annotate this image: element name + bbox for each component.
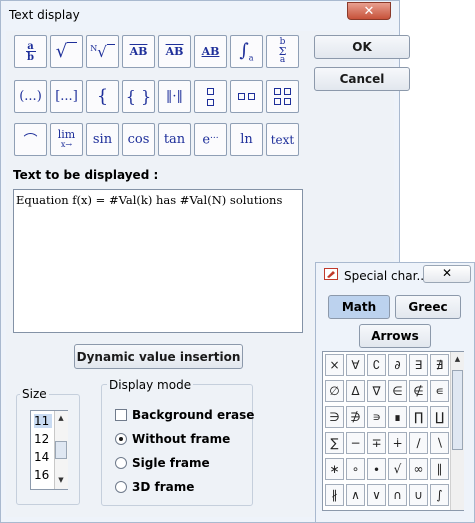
title-bar: Text display ✕	[1, 1, 399, 31]
symbol-cell[interactable]: ∍	[367, 406, 386, 428]
symbol-cell[interactable]: ∇	[367, 380, 386, 402]
symbol-grid-scrollbar[interactable]: ▲	[450, 352, 464, 510]
limit-button[interactable]: lim x→	[50, 123, 83, 156]
symbol-cell[interactable]: ∦	[325, 484, 344, 506]
display-mode-label: Display mode	[107, 378, 194, 392]
symbol-cell[interactable]: √	[388, 458, 407, 480]
symbol-cell[interactable]: −	[346, 432, 365, 454]
symbol-cell[interactable]: ∎	[388, 406, 407, 428]
matrix-button[interactable]	[266, 80, 299, 113]
symbol-cell[interactable]: Δ	[346, 380, 365, 402]
scrollbar-thumb[interactable]	[452, 370, 463, 450]
square-root-button[interactable]: √	[50, 35, 83, 68]
symbol-cell[interactable]: ∅	[325, 380, 344, 402]
arc-button[interactable]: ⌒	[14, 123, 47, 156]
symbol-cell[interactable]: ∑	[325, 432, 344, 454]
cancel-button[interactable]: Cancel	[314, 67, 410, 91]
size-option[interactable]: 16	[34, 468, 52, 482]
symbol-cell[interactable]: ∈	[388, 380, 407, 402]
single-frame-radio[interactable]	[115, 457, 127, 469]
symbol-cell[interactable]: ∙	[367, 458, 386, 480]
ln-button[interactable]: ln	[230, 123, 263, 156]
symbol-cell[interactable]: ∄	[430, 354, 449, 376]
text-input-area[interactable]: Equation f(x) = #Val(k) has #Val(N) solu…	[13, 189, 303, 333]
symbol-cell[interactable]: ∥	[430, 458, 449, 480]
symbol-cell[interactable]: ∏	[409, 406, 428, 428]
3d-frame-label: 3D frame	[132, 480, 195, 494]
symbol-cell[interactable]: ∁	[367, 354, 386, 376]
symbol-cell[interactable]: ∓	[367, 432, 386, 454]
scroll-down-arrow-icon[interactable]: ▼	[56, 475, 66, 485]
text-button[interactable]: text	[266, 123, 299, 156]
symbol-cell[interactable]: ∂	[388, 354, 407, 376]
tan-button[interactable]: tan	[158, 123, 191, 156]
nth-root-button[interactable]: N√	[86, 35, 119, 68]
parentheses-button[interactable]: (...)	[14, 80, 47, 113]
size-scrollbar[interactable]: ▲ ▼	[54, 411, 68, 489]
norm-button[interactable]: ‖·‖	[158, 80, 191, 113]
symbol-cell[interactable]: ∧	[346, 484, 365, 506]
cos-button[interactable]: cos	[122, 123, 155, 156]
segment-overline-button[interactable]: AB	[158, 35, 191, 68]
scroll-up-arrow-icon[interactable]: ▲	[56, 413, 66, 423]
symbol-cell[interactable]: ∘	[346, 458, 365, 480]
single-frame-label: Sigle frame	[132, 456, 210, 470]
brackets-button[interactable]: [...]	[50, 80, 83, 113]
special-chars-app-icon	[324, 268, 338, 280]
size-option[interactable]: 11	[34, 414, 52, 428]
special-chars-title: Special char...	[344, 269, 428, 283]
scroll-up-arrow-icon[interactable]: ▲	[452, 354, 463, 364]
background-erase-checkbox[interactable]	[115, 409, 127, 421]
symbol-cell[interactable]: ∞	[409, 458, 428, 480]
symbol-cell[interactable]: ∨	[367, 484, 386, 506]
ok-button[interactable]: OK	[314, 35, 410, 59]
integral-button[interactable]: ∫a	[230, 35, 263, 68]
symbol-cell[interactable]: ∐	[430, 406, 449, 428]
braces-button[interactable]: { }	[122, 80, 155, 113]
row-matrix-button[interactable]	[230, 80, 263, 113]
without-frame-label: Without frame	[132, 432, 231, 446]
tab-greek[interactable]: Greec	[395, 295, 461, 319]
sin-button[interactable]: sin	[86, 123, 119, 156]
size-group-label: Size	[20, 387, 49, 401]
close-button[interactable]: ✕	[347, 2, 391, 20]
symbol-cell[interactable]: ∊	[430, 380, 449, 402]
symbol-cell[interactable]: ∗	[325, 458, 344, 480]
dynamic-value-insertion-button[interactable]: Dynamic value insertion	[74, 344, 243, 369]
symbol-cell[interactable]: ∖	[430, 432, 449, 454]
fraction-button[interactable]: ab	[14, 35, 47, 68]
radio-selected-dot	[119, 437, 123, 441]
size-option[interactable]: 12	[34, 432, 52, 446]
3d-frame-radio[interactable]	[115, 481, 127, 493]
column-matrix-button[interactable]	[194, 80, 227, 113]
symbol-cell[interactable]: ∋	[325, 406, 344, 428]
symbol-cell[interactable]: ∉	[409, 380, 428, 402]
exponential-button[interactable]: e...	[194, 123, 227, 156]
symbol-grid: × ∀ ∁ ∂ ∃ ∄ ∅ Δ ∇ ∈ ∉ ∊ ∋ ∌ ∍ ∎ ∏ ∐ ∑ − …	[322, 351, 464, 511]
symbol-cell[interactable]: ∩	[388, 484, 407, 506]
symbol-cell[interactable]: ∌	[346, 406, 365, 428]
vector-button[interactable]: AB	[122, 35, 155, 68]
symbol-cell[interactable]: ×	[325, 354, 344, 376]
background-erase-label: Background erase	[132, 408, 255, 422]
symbol-cell[interactable]: ∔	[388, 432, 407, 454]
symbol-cell[interactable]: ∫	[430, 484, 449, 506]
without-frame-radio[interactable]	[115, 433, 127, 445]
symbol-cell[interactable]: ∪	[409, 484, 428, 506]
special-chars-close-button[interactable]: ✕	[423, 265, 471, 283]
size-option[interactable]: 14	[34, 450, 52, 464]
tab-arrows[interactable]: Arrows	[359, 324, 431, 348]
text-to-display-label: Text to be displayed :	[13, 168, 159, 182]
tab-math[interactable]: Math	[328, 295, 390, 319]
sum-button[interactable]: bΣa	[266, 35, 299, 68]
dialog-title: Text display	[9, 8, 80, 22]
symbol-cell[interactable]: ∃	[409, 354, 428, 376]
symbol-cell[interactable]: ∀	[346, 354, 365, 376]
segment-underline-button[interactable]: AB	[194, 35, 227, 68]
size-list[interactable]: 11 12 14 16 ▲ ▼	[30, 410, 68, 490]
scrollbar-thumb[interactable]	[55, 441, 67, 459]
symbol-cell[interactable]: ∕	[409, 432, 428, 454]
left-brace-button[interactable]: {	[86, 80, 119, 113]
